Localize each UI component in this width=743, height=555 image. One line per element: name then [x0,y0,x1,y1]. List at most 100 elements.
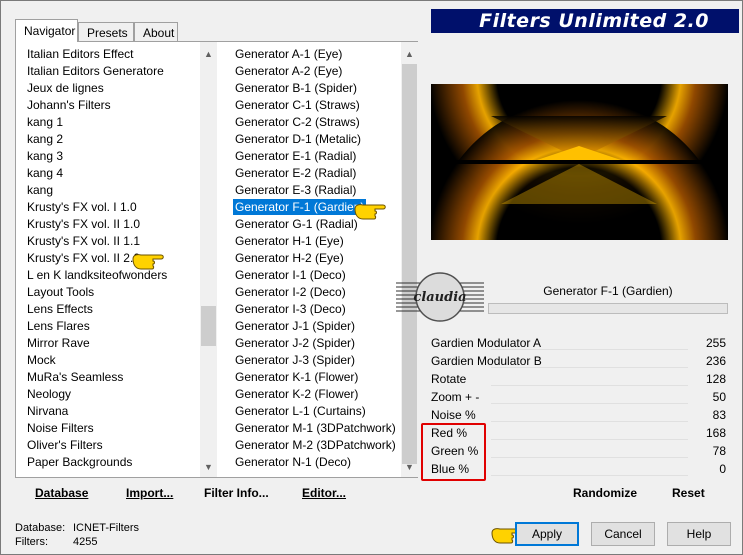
scroll-thumb[interactable] [402,64,417,464]
cancel-button[interactable]: Cancel [591,522,655,546]
list-item[interactable]: Generator J-2 (Spider) [228,335,404,352]
list-item[interactable]: Generator J-3 (Spider) [228,352,404,369]
help-button[interactable]: Help [667,522,731,546]
list-item[interactable]: Neology [20,386,201,403]
list-item[interactable]: Generator A-2 (Eye) [228,63,404,80]
list-item[interactable]: Generator E-2 (Radial) [228,165,404,182]
parameter-label: Noise % [431,408,476,422]
list-item[interactable]: Generator H-2 (Eye) [228,250,404,267]
list-item[interactable]: Oliver's Filters [20,437,201,454]
list-item[interactable]: Generator M-1 (3DPatchwork) [228,420,404,437]
list-item[interactable]: Jeux de lignes [20,80,201,97]
scroll-up-icon[interactable]: ▲ [200,46,217,63]
parameter-slider[interactable]: Rotate 128 [431,370,728,388]
category-scrollbar[interactable]: ▲ ▼ [200,42,217,477]
app-title-banner: Filters Unlimited 2.0 [431,9,739,33]
filter-scrollbar[interactable]: ▲ ▼ [401,42,418,477]
list-item[interactable]: Italian Editors Effect [20,46,201,63]
list-item[interactable]: Generator K-2 (Flower) [228,386,404,403]
list-item[interactable]: kang [20,182,201,199]
list-item[interactable]: Krusty's FX vol. II 2.0 [20,250,201,267]
tab-about[interactable]: About [134,22,178,41]
list-item[interactable]: Italian Editors Generatore [20,63,201,80]
slider-track[interactable] [491,403,688,404]
list-item[interactable]: Krusty's FX vol. II 1.1 [20,233,201,250]
scroll-up-icon[interactable]: ▲ [401,46,418,63]
tab-navigator[interactable]: Navigator [15,19,78,42]
list-item[interactable]: Generator I-2 (Deco) [228,284,404,301]
slider-track[interactable] [491,439,688,440]
apply-button[interactable]: Apply [515,522,579,546]
list-item[interactable]: kang 2 [20,131,201,148]
list-item[interactable]: Generator M-2 (3DPatchwork) [228,437,404,454]
parameter-label: Gardien Modulator A [431,336,542,350]
parameter-slider[interactable]: Zoom + - 50 [431,388,728,406]
parameter-slider[interactable]: Noise % 83 [431,406,728,424]
list-item[interactable]: Generator N-1 (Deco) [228,454,404,471]
slider-track[interactable] [491,475,688,476]
claudia-watermark-logo: claudia [396,272,484,322]
list-item[interactable]: Mock [20,352,201,369]
list-item[interactable]: Generator C-2 (Straws) [228,114,404,131]
list-item[interactable]: kang 4 [20,165,201,182]
list-item[interactable]: Nirvana [20,403,201,420]
navigator-panel: Italian Editors Effect Italian Editors Ge… [15,41,418,478]
list-item[interactable]: Krusty's FX vol. II 1.0 [20,216,201,233]
list-item[interactable]: Krusty's FX vol. I 1.0 [20,199,201,216]
parameter-label: Zoom + - [431,390,480,404]
scroll-down-icon[interactable]: ▼ [401,459,418,476]
filter-list[interactable]: Generator A-1 (Eye) Generator A-2 (Eye) Ge… [228,42,404,474]
database-label: Database: [15,522,66,534]
list-item[interactable]: Generator E-3 (Radial) [228,182,404,199]
import-button[interactable]: Import... [126,486,173,500]
parameter-label: Rotate [431,372,467,386]
scroll-down-icon[interactable]: ▼ [200,459,217,476]
list-item[interactable]: Lens Flares [20,318,201,335]
list-item[interactable]: Generator B-1 (Spider) [228,80,404,97]
tab-presets[interactable]: Presets [78,22,134,41]
scroll-thumb[interactable] [201,306,216,346]
list-item[interactable]: kang 3 [20,148,201,165]
list-item[interactable]: Noise Filters [20,420,201,437]
parameter-value: 83 [712,408,726,422]
category-list[interactable]: Italian Editors Effect Italian Editors Ge… [20,42,201,474]
reset-button[interactable]: Reset [672,486,705,500]
list-item[interactable]: MuRa's Seamless [20,369,201,386]
parameter-label: Gardien Modulator B [431,354,542,368]
list-item[interactable]: Johann's Filters [20,97,201,114]
filters-count-label: Filters: [15,536,48,548]
parameter-value: 50 [712,390,726,404]
slider-track[interactable] [491,385,688,386]
parameter-slider[interactable]: Gardien Modulator B 236 [431,352,728,370]
list-item[interactable]: Generator J-1 (Spider) [228,318,404,335]
parameter-value: 0 [719,462,726,476]
parameter-value: 236 [705,354,726,368]
list-item[interactable]: Generator C-1 (Straws) [228,97,404,114]
filters-count-value: 4255 [73,536,98,548]
slider-track[interactable] [491,457,688,458]
list-item[interactable]: Generator A-1 (Eye) [228,46,404,63]
database-button[interactable]: Database [35,486,88,500]
list-item[interactable]: Layout Tools [20,284,201,301]
list-item[interactable]: Generator L-1 (Curtains) [228,403,404,420]
slider-track[interactable] [491,421,688,422]
list-item[interactable]: L en K landksiteofwonders [20,267,201,284]
database-value: ICNET-Filters [73,522,139,534]
list-item[interactable]: Mirror Rave [20,335,201,352]
slider-track[interactable] [491,367,688,368]
list-item[interactable]: Generator I-3 (Deco) [228,301,404,318]
list-item[interactable]: kang 1 [20,114,201,131]
editor-button[interactable]: Editor... [302,486,346,500]
list-item[interactable]: Generator H-1 (Eye) [228,233,404,250]
randomize-button[interactable]: Randomize [573,486,637,500]
parameter-slider[interactable]: Gardien Modulator A 255 [431,334,728,352]
filter-info-button[interactable]: Filter Info... [204,486,269,500]
list-item[interactable]: Generator D-1 (Metalic) [228,131,404,148]
list-item[interactable]: Generator K-1 (Flower) [228,369,404,386]
list-item[interactable]: Generator E-1 (Radial) [228,148,404,165]
list-item[interactable]: Lens Effects [20,301,201,318]
list-item[interactable]: Generator I-1 (Deco) [228,267,404,284]
navigator-toolbar: Database Import... Filter Info... Editor… [18,481,418,505]
list-item[interactable]: Paper Backgrounds [20,454,201,471]
slider-track[interactable] [491,349,688,350]
